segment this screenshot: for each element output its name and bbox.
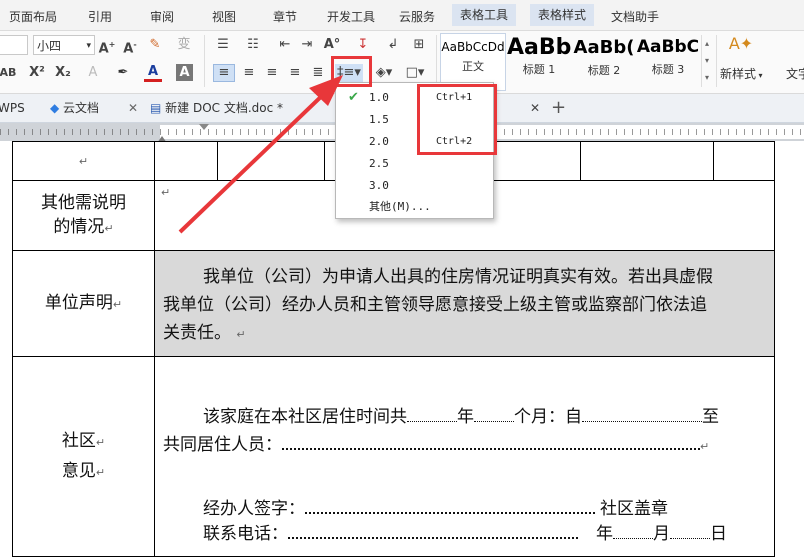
arrow-shaft: [178, 88, 330, 234]
arrow-annotation: [178, 75, 343, 234]
